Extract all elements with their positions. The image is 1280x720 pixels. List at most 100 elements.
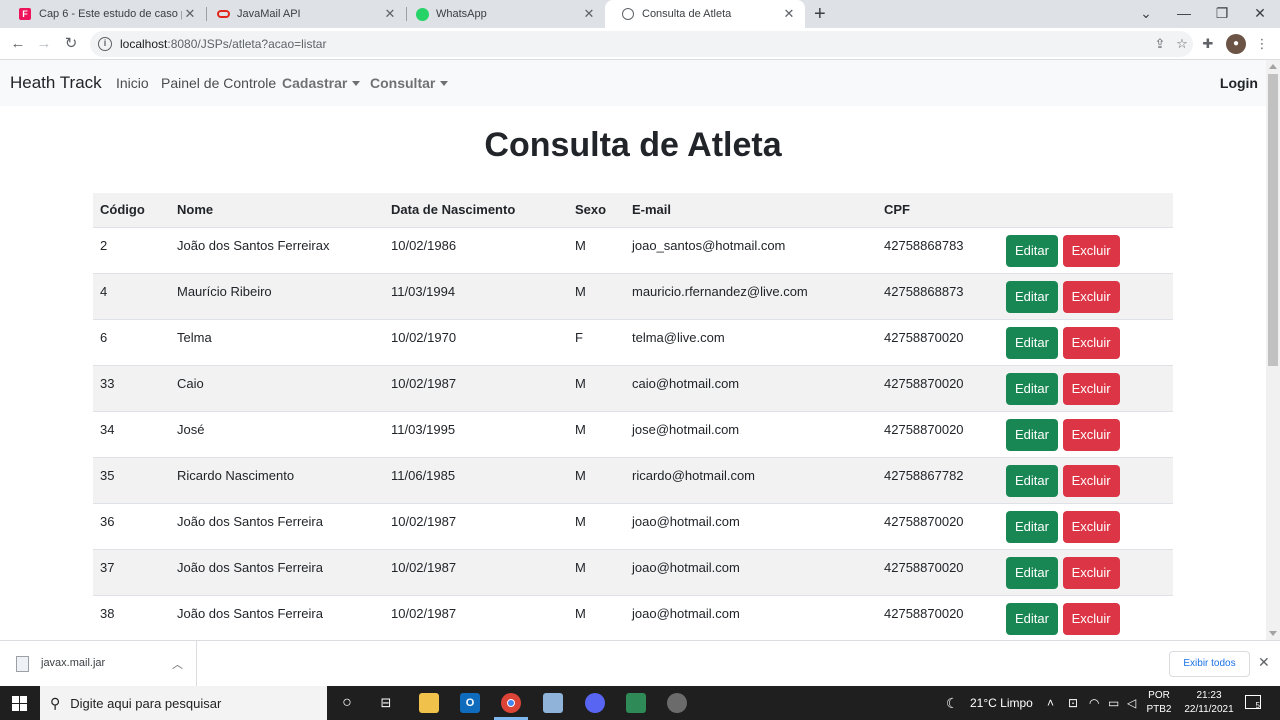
menu-kebab-icon[interactable]: ⋮: [1252, 34, 1272, 54]
weather-text[interactable]: 21°C Limpo: [970, 686, 1033, 720]
lang-layout: PTB2: [1146, 704, 1172, 715]
header-sexo: Sexo: [568, 193, 625, 228]
table-row: 38 João dos Santos Ferreira 10/02/1987 Mjoa…: [93, 594, 1173, 640]
url-text[interactable]: localhost:8080/JSPs/atleta?acao=listar: [120, 37, 1149, 51]
cortana-icon[interactable]: ○: [337, 693, 357, 713]
close-icon[interactable]: ✕: [581, 6, 597, 22]
windows-start-icon[interactable]: [12, 696, 27, 711]
edit-button[interactable]: Editar: [1006, 602, 1058, 635]
nav-link-painel[interactable]: Painel de Controle: [161, 75, 276, 91]
reload-icon[interactable]: ↻: [59, 32, 83, 56]
cell-actions: Editar Excluir: [999, 410, 1173, 457]
cell-cpf: 42758870020: [877, 594, 999, 640]
delete-button[interactable]: Excluir: [1062, 418, 1120, 451]
cell-email: ricardo@hotmail.com: [625, 456, 877, 503]
close-icon[interactable]: ✕: [182, 6, 198, 22]
edit-button[interactable]: Editar: [1006, 510, 1058, 543]
delete-button[interactable]: Excluir: [1062, 602, 1120, 635]
task-view-icon[interactable]: ⊟: [376, 693, 396, 713]
system-clock[interactable]: 21:23 22/11/2021: [1178, 689, 1240, 717]
volume-icon[interactable]: ◁: [1127, 686, 1136, 720]
outlook-icon[interactable]: O: [460, 693, 480, 713]
battery-icon[interactable]: ▭: [1108, 686, 1119, 720]
edit-button[interactable]: Editar: [1006, 556, 1058, 589]
cell-nome: José: [170, 410, 384, 457]
cell-cpf: 42758870020: [877, 410, 999, 457]
oracle-icon: [216, 7, 230, 21]
profile-avatar-icon[interactable]: ●: [1226, 34, 1246, 54]
cell-cpf: 42758868783: [877, 226, 999, 273]
cell-nome: João dos Santos Ferreira: [170, 548, 384, 595]
back-arrow-icon[interactable]: ←: [6, 32, 30, 56]
new-tab-button[interactable]: +: [814, 3, 826, 26]
maximize-button[interactable]: ❐: [1203, 0, 1241, 28]
header-actions: [999, 193, 1173, 228]
delete-button[interactable]: Excluir: [1062, 234, 1120, 267]
close-window-button[interactable]: ✕: [1241, 0, 1279, 28]
minimize-button[interactable]: —: [1165, 0, 1203, 28]
green-app-icon[interactable]: [626, 693, 646, 713]
chevron-up-icon[interactable]: ˄: [1047, 686, 1054, 720]
nav-dropdown-cadastrar[interactable]: Cadastrar: [282, 75, 361, 91]
close-icon[interactable]: ✕: [382, 6, 398, 22]
cell-email: mauricio.rfernandez@live.com: [625, 272, 877, 319]
scroll-up-arrow-icon[interactable]: [1269, 64, 1277, 69]
edit-button[interactable]: Editar: [1006, 326, 1058, 359]
delete-button[interactable]: Excluir: [1062, 326, 1120, 359]
edit-button[interactable]: Editar: [1006, 372, 1058, 405]
cell-cpf: 42758867782: [877, 456, 999, 503]
nav-dropdown-consultar[interactable]: Consultar: [370, 75, 449, 91]
delete-button[interactable]: Excluir: [1062, 280, 1120, 313]
cell-data-nascimento: 10/02/1986: [384, 226, 568, 273]
tab-title: Cap 6 - Este estudo de caso pode: [39, 8, 182, 20]
header-data-nascimento: Data de Nascimento: [384, 193, 568, 228]
close-icon[interactable]: ✕: [1258, 654, 1270, 671]
download-item[interactable]: javax.mail.jar ︿: [0, 641, 197, 687]
cell-data-nascimento: 11/03/1995: [384, 410, 568, 457]
file-explorer-icon[interactable]: [419, 693, 439, 713]
login-link[interactable]: Login: [1220, 75, 1258, 91]
scroll-down-arrow-icon[interactable]: [1269, 631, 1277, 636]
settings-gear-icon[interactable]: [667, 693, 687, 713]
tab-javamail[interactable]: JavaMail API ✕: [200, 0, 406, 28]
address-bar[interactable]: i localhost:8080/JSPs/atleta?acao=listar…: [90, 31, 1193, 57]
cell-email: joao@hotmail.com: [625, 594, 877, 640]
cell-actions: Editar Excluir: [999, 594, 1173, 640]
edit-button[interactable]: Editar: [1006, 464, 1058, 497]
page-scrollbar[interactable]: [1266, 60, 1280, 640]
discord-icon[interactable]: [585, 693, 605, 713]
bookmark-star-icon[interactable]: ☆: [1171, 36, 1193, 52]
cell-codigo: 35: [93, 456, 170, 503]
chrome-icon[interactable]: [501, 693, 521, 713]
taskbar-search[interactable]: ⚲ Digite aqui para pesquisar: [40, 686, 327, 720]
edit-button[interactable]: Editar: [1006, 280, 1058, 313]
notifications-icon[interactable]: 5: [1245, 695, 1261, 710]
scrollbar-thumb[interactable]: [1268, 74, 1278, 366]
delete-button[interactable]: Excluir: [1062, 510, 1120, 543]
network-icon[interactable]: ⊡: [1068, 686, 1078, 720]
nav-link-inicio[interactable]: Inicio: [116, 75, 149, 91]
chevron-up-icon[interactable]: ︿: [172, 656, 183, 672]
notepad-icon[interactable]: [543, 693, 563, 713]
search-icon: ⚲: [50, 694, 61, 711]
header-nome: Nome: [170, 193, 384, 228]
tab-search-icon[interactable]: ⌄: [1127, 0, 1165, 28]
share-icon[interactable]: ⇪: [1149, 36, 1171, 52]
info-icon[interactable]: i: [98, 37, 112, 51]
close-icon[interactable]: ✕: [781, 6, 797, 22]
delete-button[interactable]: Excluir: [1062, 372, 1120, 405]
extensions-puzzle-icon[interactable]: ✚: [1198, 34, 1218, 54]
navbar-brand[interactable]: Heath Track: [10, 73, 102, 93]
delete-button[interactable]: Excluir: [1062, 464, 1120, 497]
cell-codigo: 6: [93, 318, 170, 365]
forward-arrow-icon[interactable]: →: [32, 32, 56, 56]
delete-button[interactable]: Excluir: [1062, 556, 1120, 589]
wifi-icon[interactable]: ◠: [1089, 686, 1099, 720]
tab-cap6[interactable]: F Cap 6 - Este estudo de caso pode ✕: [2, 0, 206, 28]
show-all-button[interactable]: Exibir todos: [1169, 651, 1250, 677]
edit-button[interactable]: Editar: [1006, 418, 1058, 451]
tab-whatsapp[interactable]: WhatsApp ✕: [399, 0, 605, 28]
input-language[interactable]: POR PTB2: [1146, 689, 1172, 717]
tab-consulta-atleta[interactable]: Consulta de Atleta ✕: [605, 0, 805, 28]
edit-button[interactable]: Editar: [1006, 234, 1058, 267]
